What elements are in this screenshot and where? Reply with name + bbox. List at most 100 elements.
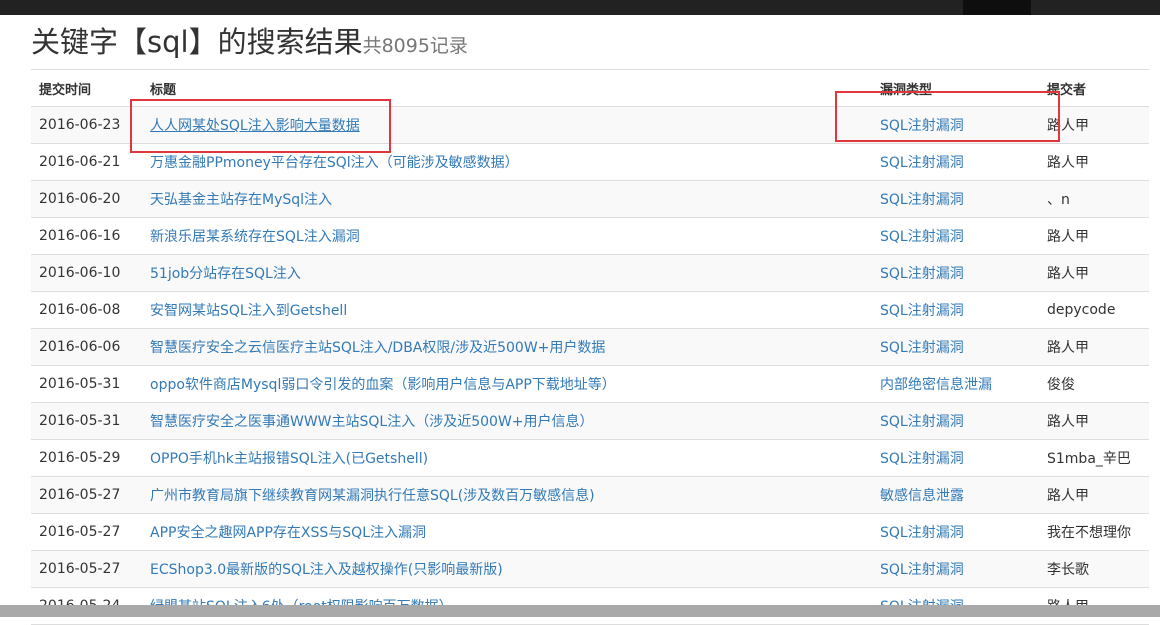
table-row: 2016-06-21 万惠金融PPmoney平台存在SQl注入（可能涉及敏感数据）… — [31, 143, 1149, 181]
row-type-link[interactable]: SQL注射漏洞 — [880, 303, 964, 319]
row-type-link[interactable]: 内部绝密信息泄漏 — [880, 377, 992, 393]
row-title-cell: 智慧医疗安全之云信医疗主站SQL注入/DBA权限/涉及近500W+用户数据 — [142, 328, 872, 366]
row-type-cell: SQL注射漏洞 — [872, 402, 1039, 440]
table-row: 2016-05-31 智慧医疗安全之医事通WWW主站SQL注入（涉及近500W+用… — [31, 402, 1149, 440]
row-type-link[interactable]: SQL注射漏洞 — [880, 229, 964, 245]
row-title-cell: OPPO手机hk主站报错SQL注入(已Getshell) — [142, 439, 872, 477]
header-title: 标题 — [142, 69, 872, 107]
row-date: 2016-05-29 — [31, 439, 142, 477]
row-date: 2016-06-08 — [31, 291, 142, 329]
table-row: 2016-06-06 智慧医疗安全之云信医疗主站SQL注入/DBA权限/涉及近50… — [31, 328, 1149, 366]
table-row: 2016-05-27 广州市教育局旗下继续教育网某漏洞执行任意SQL(涉及数百万敏… — [31, 476, 1149, 514]
table-row: 2016-05-29 OPPO手机hk主站报错SQL注入(已Getshell) SQ… — [31, 439, 1149, 477]
row-type-cell: SQL注射漏洞 — [872, 513, 1039, 551]
top-nav-active-item[interactable] — [963, 0, 1031, 15]
row-title-link[interactable]: oppo软件商店Mysql弱口令引发的血案（影响用户信息与APP下载地址等） — [150, 377, 616, 393]
page-title: 关键字【sql】的搜索结果共8095记录 — [31, 15, 1149, 69]
row-title-cell: APP安全之趣网APP存在XSS与SQL注入漏洞 — [142, 513, 872, 551]
table-row: 2016-05-27 ECShop3.0最新版的SQL注入及越权操作(只影响最新版… — [31, 550, 1149, 588]
row-author: 李长歌 — [1039, 550, 1149, 588]
table-row: 2016-06-20 天弘基金主站存在MySql注入 SQL注射漏洞 、n — [31, 180, 1149, 218]
row-type-cell: SQL注射漏洞 — [872, 439, 1039, 477]
row-type-link[interactable]: SQL注射漏洞 — [880, 155, 964, 171]
row-type-cell: SQL注射漏洞 — [872, 550, 1039, 588]
main-content: 关键字【sql】的搜索结果共8095记录 提交时间 标题 漏洞类型 提交者 20… — [31, 15, 1149, 625]
row-author: S1mba_辛巴 — [1039, 439, 1149, 477]
row-author: 路人甲 — [1039, 328, 1149, 366]
row-type-link[interactable]: SQL注射漏洞 — [880, 340, 964, 356]
table-row: 2016-05-31 oppo软件商店Mysql弱口令引发的血案（影响用户信息与A… — [31, 365, 1149, 403]
row-type-cell: 内部绝密信息泄漏 — [872, 365, 1039, 403]
row-date: 2016-05-27 — [31, 513, 142, 551]
row-date: 2016-06-23 — [31, 106, 142, 144]
row-title-cell: 万惠金融PPmoney平台存在SQl注入（可能涉及敏感数据） — [142, 143, 872, 181]
row-date: 2016-05-31 — [31, 402, 142, 440]
row-author: 路人甲 — [1039, 402, 1149, 440]
row-type-link[interactable]: SQL注射漏洞 — [880, 266, 964, 282]
row-type-cell: SQL注射漏洞 — [872, 180, 1039, 218]
row-type-link[interactable]: SQL注射漏洞 — [880, 118, 964, 134]
row-type-link[interactable]: SQL注射漏洞 — [880, 192, 964, 208]
row-type-link[interactable]: SQL注射漏洞 — [880, 451, 964, 467]
row-title-link[interactable]: 天弘基金主站存在MySql注入 — [150, 192, 332, 208]
row-title-link[interactable]: 人人网某处SQL注入影响大量数据 — [150, 118, 360, 134]
row-date: 2016-06-16 — [31, 217, 142, 255]
row-title-link[interactable]: 安智网某站SQL注入到Getshell — [150, 303, 347, 319]
row-type-cell: SQL注射漏洞 — [872, 291, 1039, 329]
row-title-link[interactable]: APP安全之趣网APP存在XSS与SQL注入漏洞 — [150, 525, 426, 541]
row-type-cell: SQL注射漏洞 — [872, 143, 1039, 181]
row-date: 2016-06-06 — [31, 328, 142, 366]
row-date: 2016-06-20 — [31, 180, 142, 218]
horizontal-scrollbar[interactable] — [0, 605, 1160, 617]
row-title-cell: 人人网某处SQL注入影响大量数据 — [142, 106, 872, 144]
row-title-cell: 安智网某站SQL注入到Getshell — [142, 291, 872, 329]
row-title-cell: ECShop3.0最新版的SQL注入及越权操作(只影响最新版) — [142, 550, 872, 588]
row-date: 2016-05-27 — [31, 550, 142, 588]
row-title-link[interactable]: ECShop3.0最新版的SQL注入及越权操作(只影响最新版) — [150, 562, 503, 578]
row-date: 2016-06-10 — [31, 254, 142, 292]
row-title-cell: 51job分站存在SQL注入 — [142, 254, 872, 292]
row-type-cell: SQL注射漏洞 — [872, 217, 1039, 255]
row-author: 我在不想理你 — [1039, 513, 1149, 551]
row-type-cell: SQL注射漏洞 — [872, 328, 1039, 366]
table-row: 2016-06-23 人人网某处SQL注入影响大量数据 SQL注射漏洞 路人甲 — [31, 106, 1149, 144]
row-date: 2016-05-31 — [31, 365, 142, 403]
header-type: 漏洞类型 — [872, 69, 1039, 107]
row-type-link[interactable]: SQL注射漏洞 — [880, 525, 964, 541]
table-row: 2016-05-27 APP安全之趣网APP存在XSS与SQL注入漏洞 SQL注射漏… — [31, 513, 1149, 551]
result-count: 共8095记录 — [362, 35, 468, 57]
row-author: 、n — [1039, 180, 1149, 218]
row-title-link[interactable]: 万惠金融PPmoney平台存在SQl注入（可能涉及敏感数据） — [150, 155, 519, 171]
row-title-cell: 智慧医疗安全之医事通WWW主站SQL注入（涉及近500W+用户信息） — [142, 402, 872, 440]
row-date: 2016-05-27 — [31, 476, 142, 514]
row-type-link[interactable]: SQL注射漏洞 — [880, 562, 964, 578]
row-title-cell: 新浪乐居某系统存在SQL注入漏洞 — [142, 217, 872, 255]
row-author: 路人甲 — [1039, 476, 1149, 514]
row-type-link[interactable]: SQL注射漏洞 — [880, 414, 964, 430]
row-title-link[interactable]: 智慧医疗安全之云信医疗主站SQL注入/DBA权限/涉及近500W+用户数据 — [150, 340, 605, 356]
row-type-cell: SQL注射漏洞 — [872, 106, 1039, 144]
row-type-link[interactable]: 敏感信息泄露 — [880, 488, 964, 504]
table-header-row: 提交时间 标题 漏洞类型 提交者 — [31, 69, 1149, 107]
row-title-cell: 天弘基金主站存在MySql注入 — [142, 180, 872, 218]
row-type-cell: SQL注射漏洞 — [872, 254, 1039, 292]
results-table: 提交时间 标题 漏洞类型 提交者 2016-06-23 人人网某处SQL注入影响大… — [31, 69, 1149, 625]
header-date: 提交时间 — [31, 69, 142, 107]
row-title-cell: oppo软件商店Mysql弱口令引发的血案（影响用户信息与APP下载地址等） — [142, 365, 872, 403]
row-title-link[interactable]: 新浪乐居某系统存在SQL注入漏洞 — [150, 229, 360, 245]
table-row: 2016-06-16 新浪乐居某系统存在SQL注入漏洞 SQL注射漏洞 路人甲 — [31, 217, 1149, 255]
table-row: 2016-06-10 51job分站存在SQL注入 SQL注射漏洞 路人甲 — [31, 254, 1149, 292]
row-author: 路人甲 — [1039, 217, 1149, 255]
row-title-link[interactable]: 广州市教育局旗下继续教育网某漏洞执行任意SQL(涉及数百万敏感信息) — [150, 488, 595, 504]
row-title-cell: 广州市教育局旗下继续教育网某漏洞执行任意SQL(涉及数百万敏感信息) — [142, 476, 872, 514]
table-row: 2016-06-08 安智网某站SQL注入到Getshell SQL注射漏洞 depy… — [31, 291, 1149, 329]
row-author: depycode — [1039, 291, 1149, 329]
row-date: 2016-06-21 — [31, 143, 142, 181]
search-title: 关键字【sql】的搜索结果 — [31, 25, 363, 59]
row-author: 路人甲 — [1039, 254, 1149, 292]
row-author: 路人甲 — [1039, 143, 1149, 181]
header-author: 提交者 — [1039, 69, 1149, 107]
row-title-link[interactable]: 智慧医疗安全之医事通WWW主站SQL注入（涉及近500W+用户信息） — [150, 414, 594, 430]
row-title-link[interactable]: 51job分站存在SQL注入 — [150, 266, 301, 282]
row-title-link[interactable]: OPPO手机hk主站报错SQL注入(已Getshell) — [150, 451, 428, 467]
